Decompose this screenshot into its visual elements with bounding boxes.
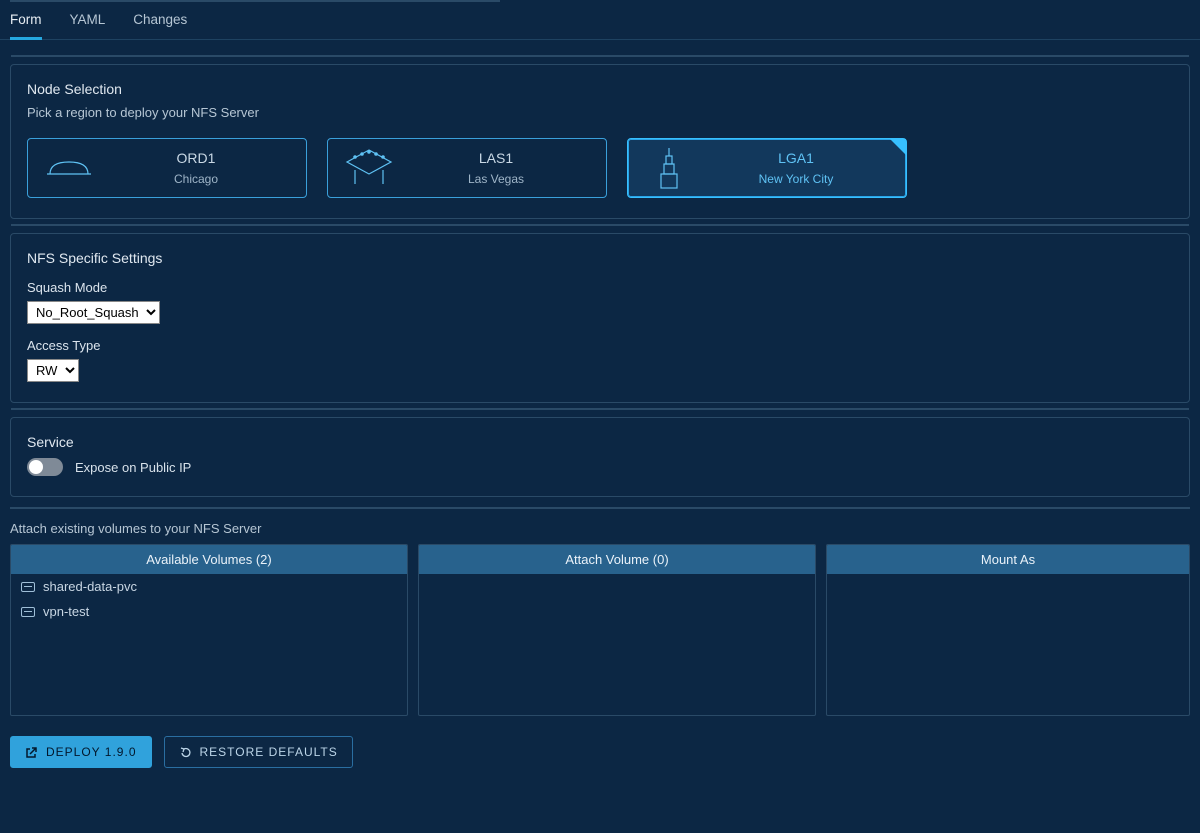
volume-name: shared-data-pvc: [43, 579, 137, 594]
restore-defaults-label: RESTORE DEFAULTS: [200, 745, 338, 759]
mount-as-column: Mount As: [826, 544, 1190, 716]
tab-yaml[interactable]: YAML: [70, 12, 106, 39]
region-code: LGA1: [698, 150, 894, 166]
deploy-button[interactable]: DEPLOY 1.9.0: [10, 736, 152, 768]
restore-defaults-button[interactable]: RESTORE DEFAULTS: [164, 736, 353, 768]
disk-icon: [21, 607, 35, 617]
region-card-ord1[interactable]: ORD1 Chicago: [27, 138, 307, 198]
region-city: New York City: [698, 172, 894, 186]
attach-volume-header: Attach Volume (0): [419, 545, 815, 574]
volume-name: vpn-test: [43, 604, 89, 619]
tab-form[interactable]: Form: [10, 12, 42, 40]
disk-icon: [21, 582, 35, 592]
toggle-knob-icon: [29, 460, 43, 474]
empire-state-icon: [640, 146, 698, 190]
access-type-label: Access Type: [27, 338, 1173, 353]
nfs-settings-panel: NFS Specific Settings Squash Mode No_Roo…: [10, 233, 1190, 403]
available-volumes-header: Available Volumes (2): [11, 545, 407, 574]
region-card-las1[interactable]: LAS1 Las Vegas: [327, 138, 607, 198]
region-city: Las Vegas: [398, 172, 594, 186]
volume-item[interactable]: shared-data-pvc: [11, 574, 407, 599]
access-type-select[interactable]: RW: [27, 359, 79, 382]
attach-volumes-help: Attach existing volumes to your NFS Serv…: [10, 507, 1190, 544]
deploy-button-label: DEPLOY 1.9.0: [46, 745, 137, 759]
service-title: Service: [27, 434, 1173, 450]
mount-as-header: Mount As: [827, 545, 1189, 574]
region-code: ORD1: [98, 150, 294, 166]
volume-item[interactable]: vpn-test: [11, 599, 407, 624]
region-code: LAS1: [398, 150, 594, 166]
expose-public-ip-toggle[interactable]: [27, 458, 63, 476]
node-selection-panel: Node Selection Pick a region to deploy y…: [10, 64, 1190, 219]
squash-mode-select[interactable]: No_Root_Squash: [27, 301, 160, 324]
region-card-lga1[interactable]: LGA1 New York City: [627, 138, 907, 198]
attach-volume-column: Attach Volume (0): [418, 544, 816, 716]
expose-public-ip-label: Expose on Public IP: [75, 460, 191, 475]
nfs-settings-title: NFS Specific Settings: [27, 250, 1173, 266]
service-panel: Service Expose on Public IP: [10, 417, 1190, 497]
reset-icon: [179, 746, 192, 759]
node-selection-title: Node Selection: [27, 81, 1173, 97]
squash-mode-label: Squash Mode: [27, 280, 1173, 295]
region-city: Chicago: [98, 172, 294, 186]
footer-actions: DEPLOY 1.9.0 RESTORE DEFAULTS: [0, 716, 1200, 768]
tab-changes[interactable]: Changes: [133, 12, 187, 39]
regions-row: ORD1 Chicago: [27, 138, 1173, 198]
launch-icon: [25, 746, 38, 759]
vegas-sign-icon: [340, 146, 398, 190]
node-selection-subtitle: Pick a region to deploy your NFS Server: [27, 105, 1173, 120]
available-volumes-column: Available Volumes (2) shared-data-pvc vp…: [10, 544, 408, 716]
volumes-grid: Available Volumes (2) shared-data-pvc vp…: [10, 544, 1190, 716]
tabbar: Form YAML Changes: [0, 2, 1200, 40]
cloud-gate-icon: [40, 146, 98, 190]
